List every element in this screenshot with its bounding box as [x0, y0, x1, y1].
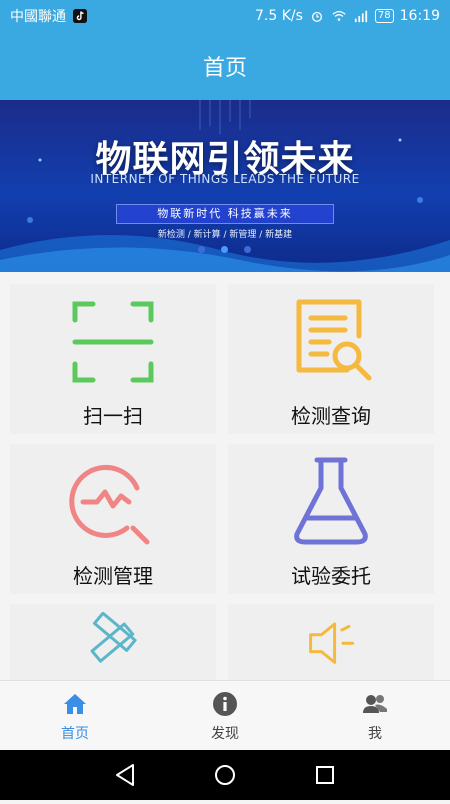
- tab-home[interactable]: 首页: [0, 681, 150, 751]
- tab-me[interactable]: 我: [300, 681, 450, 751]
- grid-item-label: 扫一扫: [83, 404, 143, 428]
- scan-icon: [72, 301, 154, 383]
- grid-item-management[interactable]: 检测管理: [10, 444, 216, 594]
- tab-label: 我: [368, 726, 382, 742]
- status-left: 中國聯通: [10, 6, 88, 26]
- grid-item-label: 试验委托: [291, 564, 371, 588]
- battery-icon: 78: [374, 9, 394, 23]
- home-icon: [64, 694, 86, 714]
- chart-search-icon: [69, 464, 150, 545]
- wifi-icon: [332, 10, 346, 21]
- ruler-pencil-icon: [90, 612, 137, 663]
- bottom-tab-bar: 首页 发现 我: [0, 680, 450, 751]
- tab-label: 发现: [211, 726, 239, 742]
- network-speed: 7.5 K/s: [255, 8, 303, 24]
- info-icon: [213, 692, 237, 716]
- banner-pager-dot-active[interactable]: [221, 246, 228, 253]
- carrier-name: 中國聯通: [10, 9, 66, 25]
- tiktok-icon: [73, 9, 87, 23]
- promo-banner[interactable]: 物联网引领未来 INTERNET OF THINGS LEADS THE FUT…: [0, 100, 450, 272]
- grid-item-tools[interactable]: [10, 604, 216, 680]
- users-icon: [363, 695, 387, 713]
- banner-pager-dot[interactable]: [198, 246, 205, 253]
- status-bar: 中國聯通 7.5 K/s 78 16:19: [0, 0, 450, 32]
- grid-item-label: 检测管理: [73, 564, 153, 588]
- recents-icon[interactable]: [316, 766, 334, 784]
- grid-item-notice[interactable]: [228, 604, 434, 680]
- tab-label: 首页: [61, 726, 89, 742]
- speaker-icon: [309, 622, 355, 664]
- system-nav-bar: [0, 750, 450, 800]
- status-right: 7.5 K/s 78 16:19: [255, 8, 440, 24]
- signal-icon: [354, 10, 368, 23]
- grid-item-label: 检测查询: [291, 404, 371, 428]
- banner-slogan: 物联新时代 科技赢未来: [116, 204, 334, 224]
- grid-item-query[interactable]: 检测查询: [228, 284, 434, 434]
- grid-item-scan[interactable]: 扫一扫: [10, 284, 216, 434]
- grid-item-entrust[interactable]: 试验委托: [228, 444, 434, 594]
- clock: 16:19: [399, 8, 440, 24]
- banner-pager-dot[interactable]: [244, 246, 251, 253]
- document-search-icon: [296, 299, 372, 381]
- flask-icon: [294, 457, 368, 545]
- home-button-icon[interactable]: [215, 765, 235, 785]
- banner-tags: 新检测 / 新计算 / 新管理 / 新基建: [157, 230, 293, 240]
- system-nav-buttons: [116, 764, 334, 786]
- tab-discover[interactable]: 发现: [150, 681, 300, 751]
- alarm-icon: [311, 11, 322, 22]
- page-title: 首页: [202, 56, 247, 81]
- app-header: 首页: [0, 32, 450, 100]
- back-icon[interactable]: [116, 764, 134, 786]
- banner-subline: INTERNET OF THINGS LEADS THE FUTURE: [90, 172, 360, 186]
